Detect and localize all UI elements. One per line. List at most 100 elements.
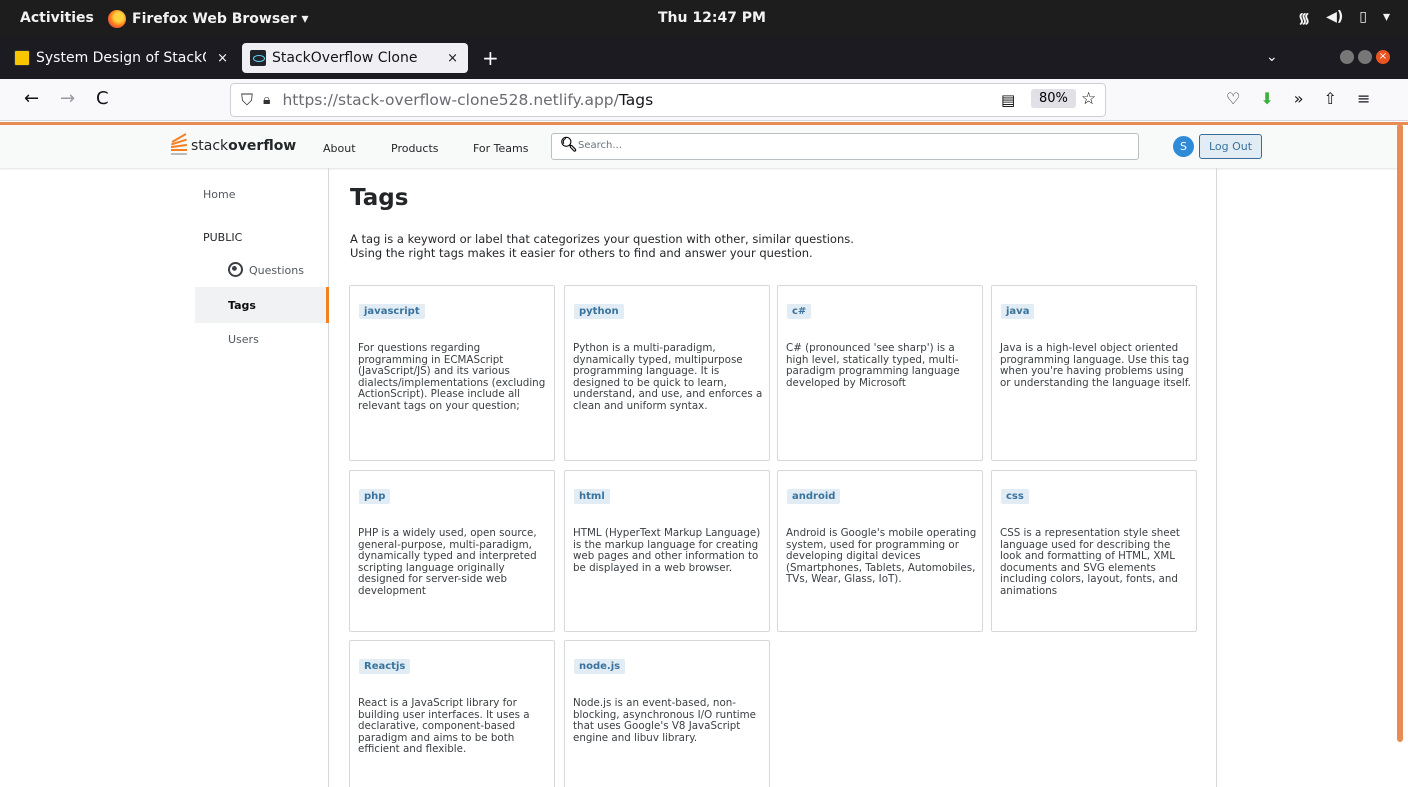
tag-card: css CSS is a representation style sheet … <box>991 470 1197 632</box>
sidebar-heading-public: PUBLIC <box>203 231 243 244</box>
zoom-level[interactable]: 80% <box>1031 89 1076 108</box>
tag-card: c# C# (pronounced 'see sharp') is a high… <box>777 285 983 461</box>
address-bar[interactable]: ⛉ 🔒︎ https://stack-overflow-clone528.net… <box>230 83 1106 117</box>
tag-badge[interactable]: html <box>574 489 610 504</box>
tag-description: HTML (HyperText Markup Language) is the … <box>573 527 761 574</box>
intro-line: A tag is a keyword or label that categor… <box>350 232 854 246</box>
url-text[interactable]: https://stack-overflow-clone528.netlify.… <box>282 91 653 109</box>
search-icon: 🔍︎ <box>560 137 578 153</box>
tag-badge[interactable]: css <box>1001 489 1029 504</box>
lock-icon[interactable]: 🔒︎ <box>263 92 270 108</box>
tag-badge[interactable]: android <box>787 489 841 504</box>
tab-system-design[interactable]: System Design of StackOverflow × <box>14 43 238 73</box>
share-icon[interactable]: ⇧ <box>1324 89 1337 108</box>
tag-card: java Java is a high-level object oriente… <box>991 285 1197 461</box>
wifi-icon: ᯾ <box>1298 11 1311 27</box>
stack-logo-icon <box>170 133 188 156</box>
tag-description: Python is a multi-paradigm, dynamically … <box>573 342 763 412</box>
search-input[interactable]: 🔍︎ Search... <box>551 133 1139 160</box>
url-host: https://stack-overflow-clone528.netlify.… <box>282 91 619 109</box>
app-menu-label: Firefox Web Browser ▾ <box>132 11 309 27</box>
tag-description: Java is a high-level object oriented pro… <box>1000 342 1191 389</box>
volume-icon: ◀) <box>1326 9 1344 25</box>
new-tab-button[interactable]: + <box>482 46 499 70</box>
logo-text-plain: stack <box>191 138 229 154</box>
sidebar-active-highlight <box>195 287 329 323</box>
tag-card: python Python is a multi-paradigm, dynam… <box>564 285 770 461</box>
sidebar-item-home[interactable]: Home <box>203 188 235 201</box>
tracking-shield-icon[interactable]: ⛉ <box>241 90 253 110</box>
site-logo[interactable]: stack overflow <box>170 133 297 156</box>
tag-badge[interactable]: python <box>574 304 624 319</box>
search-placeholder: Search... <box>578 140 622 151</box>
tag-description: PHP is a widely used, open source, gener… <box>358 527 537 597</box>
tag-badge[interactable]: Reactjs <box>359 659 411 674</box>
app-menu[interactable]: Firefox Web Browser ▾ <box>108 10 308 28</box>
tag-badge[interactable]: javascript <box>359 304 425 319</box>
back-button[interactable]: ← <box>24 88 39 109</box>
nav-link-for-teams[interactable]: For Teams <box>473 142 529 155</box>
url-path: Tags <box>618 91 654 109</box>
tab-stackoverflow-clone[interactable]: StackOverflow Clone × <box>242 43 468 73</box>
sidebar-divider <box>328 168 329 787</box>
sidebar-item-label: Questions <box>249 264 304 277</box>
sidebar-item-questions[interactable]: Questions <box>228 262 304 277</box>
hamburger-menu-icon[interactable]: ≡ <box>1357 89 1370 108</box>
left-sidebar: Home PUBLIC Questions Tags Users <box>0 168 330 787</box>
battery-icon: ▯ <box>1359 9 1367 25</box>
tag-card: html HTML (HyperText Markup Language) is… <box>564 470 770 632</box>
tab-title: StackOverflow Clone <box>272 50 418 66</box>
tag-card: android Android is Google's mobile opera… <box>777 470 983 632</box>
download-icon[interactable]: ⬇ <box>1260 89 1273 108</box>
tag-card: javascript For questions regarding progr… <box>349 285 555 461</box>
tag-card: node.js Node.js is an event-based, non-b… <box>564 640 770 787</box>
tab-strip: System Design of StackOverflow × StackOv… <box>0 37 1408 79</box>
tab-title: System Design of StackOverflow <box>36 50 206 66</box>
logo-text-bold: overflow <box>228 138 297 154</box>
right-column-divider <box>1216 168 1217 787</box>
site-header: stack overflow About Products For Teams 🔍… <box>0 125 1397 168</box>
list-all-tabs-button[interactable]: ⌄ <box>1266 49 1278 65</box>
logout-button[interactable]: Log Out <box>1199 134 1262 159</box>
page-scrollbar[interactable] <box>1397 124 1403 742</box>
tag-badge[interactable]: c# <box>787 304 812 319</box>
bookmark-star-icon[interactable]: ☆ <box>1081 89 1096 109</box>
forward-button[interactable]: → <box>60 88 75 109</box>
system-tray[interactable]: ᯾ ◀) ▯ ▾ <box>1298 9 1390 28</box>
minimize-button[interactable] <box>1340 50 1354 64</box>
tag-description: C# (pronounced 'see sharp') is a high le… <box>786 342 960 389</box>
close-window-button[interactable]: × <box>1376 50 1390 64</box>
maximize-button[interactable] <box>1358 50 1372 64</box>
tag-badge[interactable]: php <box>359 489 391 504</box>
reader-view-icon[interactable]: ▤ <box>1001 91 1015 109</box>
page-intro: A tag is a keyword or label that categor… <box>350 232 854 260</box>
nav-link-products[interactable]: Products <box>391 142 439 155</box>
tag-description: For questions regarding programming in E… <box>358 342 546 412</box>
sidebar-item-users[interactable]: Users <box>228 333 259 346</box>
code-icon <box>14 50 30 66</box>
tag-badge[interactable]: node.js <box>574 659 626 674</box>
avatar[interactable]: S <box>1173 136 1194 157</box>
window-controls: × <box>1340 50 1390 64</box>
sidebar-item-tags[interactable]: Tags <box>228 299 256 312</box>
tag-description: Node.js is an event-based, non-blocking,… <box>573 697 757 744</box>
nav-link-about[interactable]: About <box>323 142 356 155</box>
close-tab-icon[interactable]: × <box>447 51 458 66</box>
activities-button[interactable]: Activities <box>20 10 94 26</box>
firefox-icon <box>108 10 126 28</box>
tag-badge[interactable]: java <box>1001 304 1035 319</box>
pocket-icon[interactable]: ♡ <box>1226 89 1240 108</box>
navigation-toolbar: ← → C ⛉ 🔒︎ https://stack-overflow-clone5… <box>0 79 1408 121</box>
reload-button[interactable]: C <box>96 88 109 109</box>
system-menu-icon: ▾ <box>1382 9 1390 25</box>
tag-description: React is a JavaScript library for buildi… <box>358 697 530 756</box>
tag-description: CSS is a representation style sheet lang… <box>1000 527 1180 597</box>
clock[interactable]: Thu 12:47 PM <box>658 10 766 26</box>
tag-description: Android is Google's mobile operating sys… <box>786 527 977 586</box>
page-viewport: stack overflow About Products For Teams 🔍… <box>0 122 1408 787</box>
overflow-menu-icon[interactable]: » <box>1294 89 1304 108</box>
react-icon <box>250 50 266 66</box>
close-tab-icon[interactable]: × <box>217 51 228 66</box>
toolbar-right: ♡ ⬇ » ⇧ ≡ <box>1226 89 1370 108</box>
system-top-bar: Activities Firefox Web Browser ▾ Thu 12:… <box>0 0 1408 37</box>
